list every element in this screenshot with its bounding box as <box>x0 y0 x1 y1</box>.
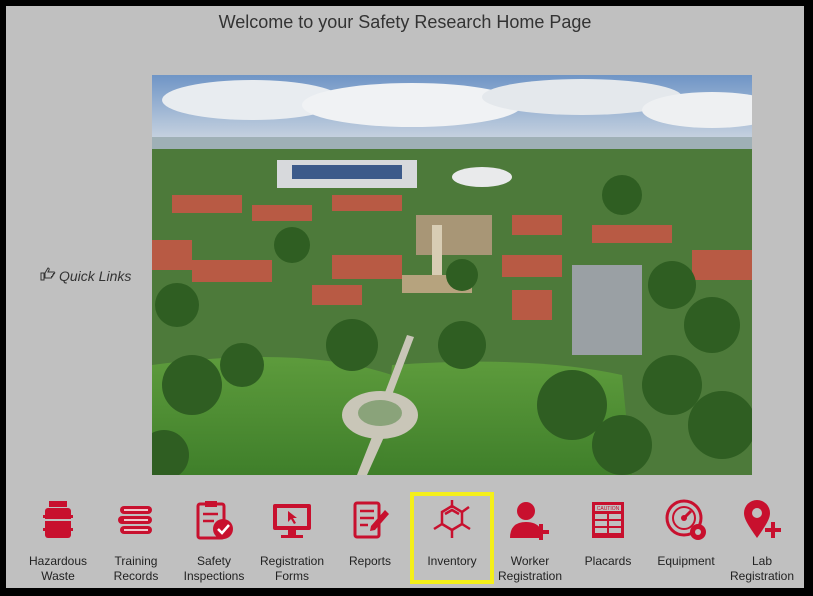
tile-registration-forms[interactable]: Registration Forms <box>254 496 330 584</box>
location-plus-icon <box>740 498 784 547</box>
tile-inventory[interactable]: Inventory <box>410 492 494 584</box>
user-plus-icon <box>508 498 552 547</box>
gauge-gear-icon <box>664 498 708 547</box>
molecule-icon <box>430 498 474 547</box>
tile-label: Inventory <box>427 554 477 568</box>
tile-label: Placards <box>584 554 632 568</box>
page-title: Welcome to your Safety Research Home Pag… <box>218 12 592 32</box>
tile-safety-inspections[interactable]: Safety Inspections <box>176 496 252 584</box>
page-frame: Welcome to your Safety Research Home Pag… <box>4 4 806 590</box>
campus-photo <box>152 75 752 475</box>
report-pen-icon <box>348 498 392 547</box>
tile-label: Registration Forms <box>259 554 325 583</box>
tile-lab-registration[interactable]: Lab Registration <box>724 496 800 584</box>
tile-label: Equipment <box>657 554 715 568</box>
tile-label: Hazardous Waste <box>28 554 88 583</box>
quick-links[interactable]: Quick Links <box>40 267 131 284</box>
barrel-icon <box>36 498 80 547</box>
tile-worker-registration[interactable]: Worker Registration <box>492 496 568 584</box>
quick-links-bar: Hazardous Waste Training Records Safety … <box>18 492 796 590</box>
tile-label: Reports <box>348 554 392 568</box>
checklist-icon <box>192 498 236 547</box>
tile-reports[interactable]: Reports <box>332 496 408 569</box>
quick-links-label: Quick Links <box>59 267 132 284</box>
svg-text:CAUTION: CAUTION <box>597 506 620 512</box>
pointing-hand-icon <box>40 267 56 284</box>
tile-hazardous-waste[interactable]: Hazardous Waste <box>20 496 96 584</box>
tile-placards[interactable]: CAUTION Placards <box>570 496 646 569</box>
tile-label: Worker Registration <box>497 554 563 583</box>
tile-equipment[interactable]: Equipment <box>648 496 724 569</box>
monitor-icon <box>270 498 314 547</box>
tile-label: Lab Registration <box>729 554 795 583</box>
books-icon <box>114 498 158 547</box>
caution-sign-icon: CAUTION <box>586 498 630 547</box>
tile-label: Safety Inspections <box>183 554 245 583</box>
aerial-campus-image <box>152 75 752 475</box>
tile-training-records[interactable]: Training Records <box>98 496 174 584</box>
tile-label: Training Records <box>113 554 159 583</box>
